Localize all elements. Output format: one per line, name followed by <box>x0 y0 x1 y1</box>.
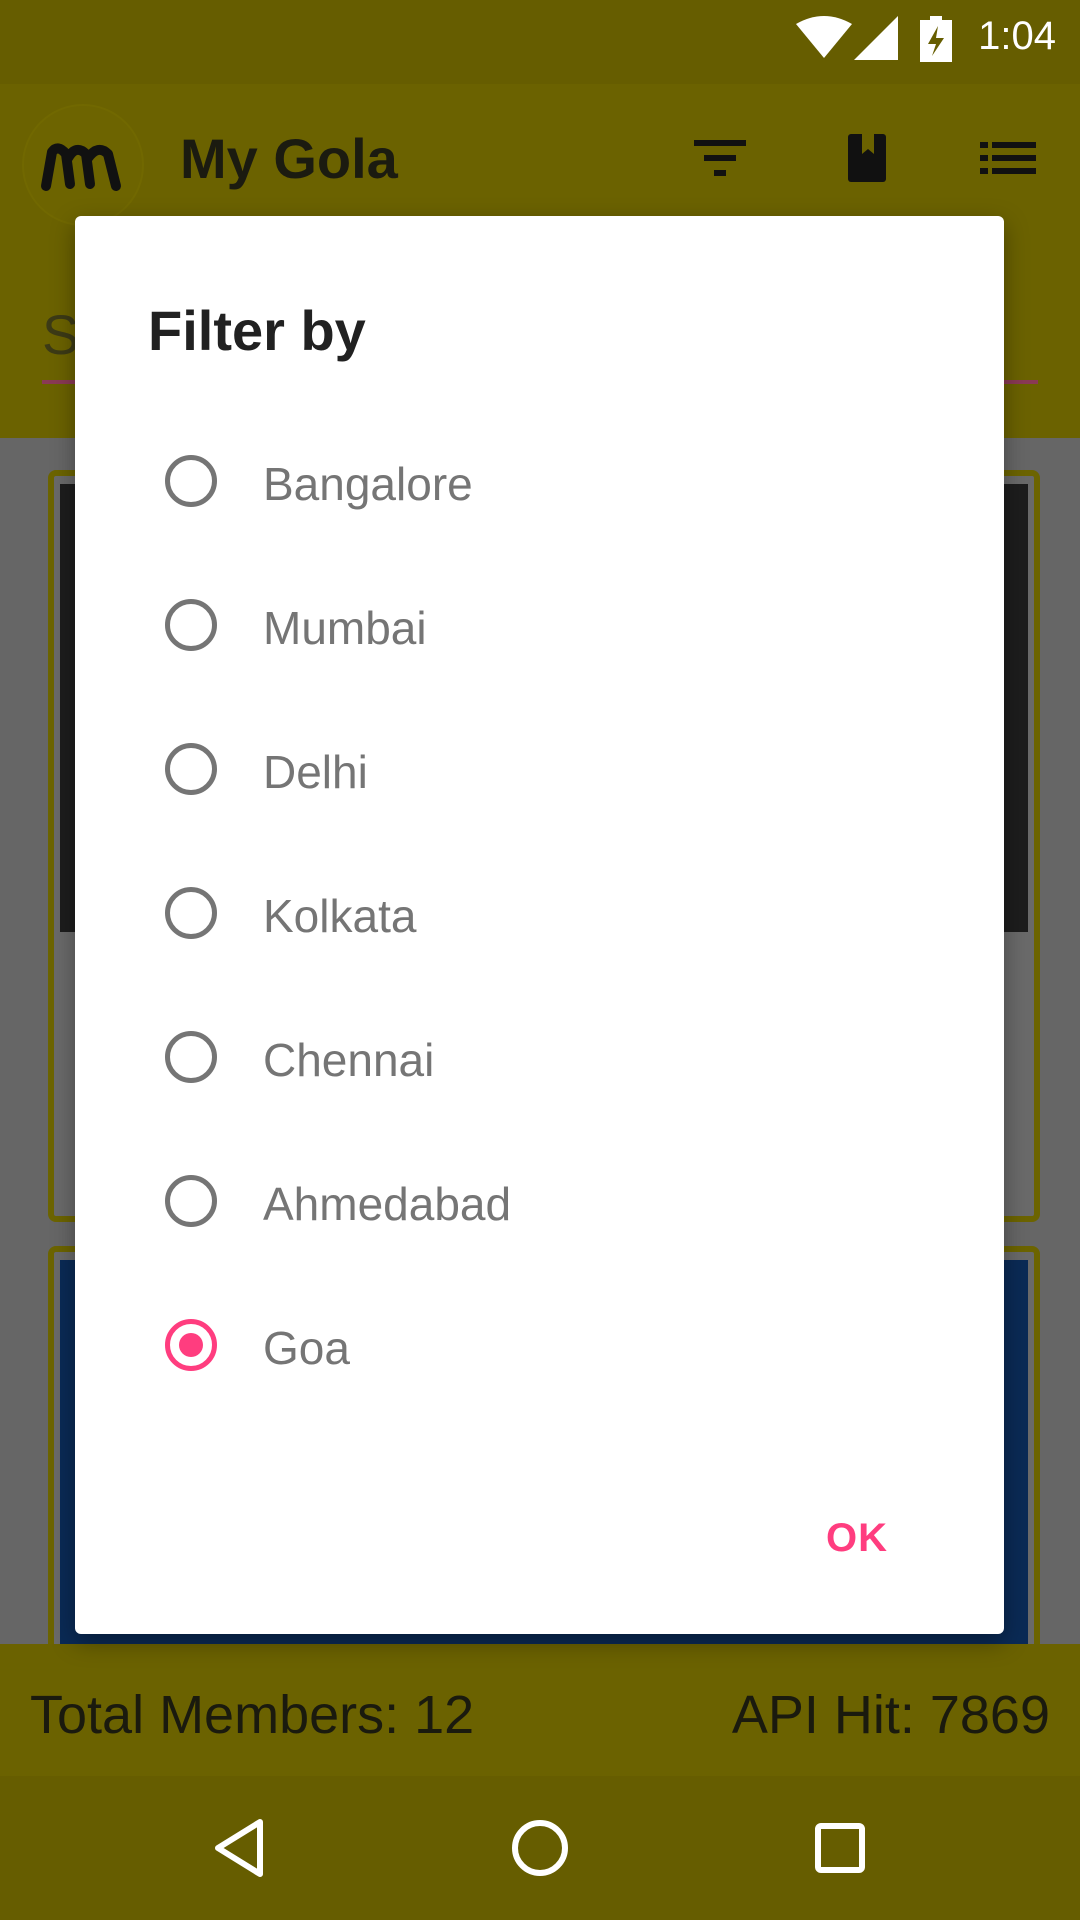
wifi-icon <box>796 16 852 58</box>
recents-icon[interactable] <box>804 1812 876 1884</box>
radio-option-delhi[interactable]: Delhi <box>115 712 965 832</box>
dialog-title: Filter by <box>148 299 366 362</box>
filter-icon[interactable] <box>692 130 748 186</box>
radio-label: Delhi <box>263 746 368 798</box>
battery-charging-icon <box>920 16 952 62</box>
radio-button[interactable] <box>165 1175 217 1227</box>
radio-option-goa[interactable]: Goa <box>115 1288 965 1408</box>
back-icon[interactable] <box>204 1812 276 1884</box>
home-icon[interactable] <box>504 1812 576 1884</box>
radio-button[interactable] <box>165 455 217 507</box>
radio-option-mumbai[interactable]: Mumbai <box>115 568 965 688</box>
radio-label: Kolkata <box>263 890 417 942</box>
stats-bar: Total Members: 12 API Hit: 7869 <box>0 1644 1080 1776</box>
book-icon[interactable] <box>840 130 896 186</box>
radio-option-chennai[interactable]: Chennai <box>115 1000 965 1120</box>
clock: 1:04 <box>978 14 1056 58</box>
radio-button-checked[interactable] <box>165 1319 217 1371</box>
search-input[interactable]: S <box>42 302 79 367</box>
status-bar: 1:04 <box>0 0 1080 84</box>
radio-button[interactable] <box>165 599 217 651</box>
radio-label: Goa <box>263 1322 350 1374</box>
total-members-label: Total Members: 12 <box>30 1685 475 1745</box>
radio-label: Ahmedabad <box>263 1178 512 1230</box>
list-icon[interactable] <box>978 130 1038 186</box>
radio-button[interactable] <box>165 887 217 939</box>
navigation-bar <box>0 1776 1080 1920</box>
api-hit-label: API Hit: 7869 <box>731 1685 1050 1745</box>
radio-option-bangalore[interactable]: Bangalore <box>115 424 965 544</box>
radio-label: Mumbai <box>263 602 427 654</box>
m-logo-icon <box>41 143 121 191</box>
radio-button[interactable] <box>165 743 217 795</box>
radio-button[interactable] <box>165 1031 217 1083</box>
radio-label: Chennai <box>263 1034 435 1086</box>
app-title: My Gola <box>180 127 398 190</box>
radio-label: Bangalore <box>263 458 473 510</box>
radio-option-kolkata[interactable]: Kolkata <box>115 856 965 976</box>
filter-dialog: Filter by Bangalore Mumbai Delhi Kolkata… <box>75 216 1004 1634</box>
radio-option-ahmedabad[interactable]: Ahmedabad <box>115 1144 965 1264</box>
ok-button[interactable]: OK <box>826 1516 888 1561</box>
signal-icon <box>854 16 898 60</box>
app-logo <box>22 104 144 226</box>
